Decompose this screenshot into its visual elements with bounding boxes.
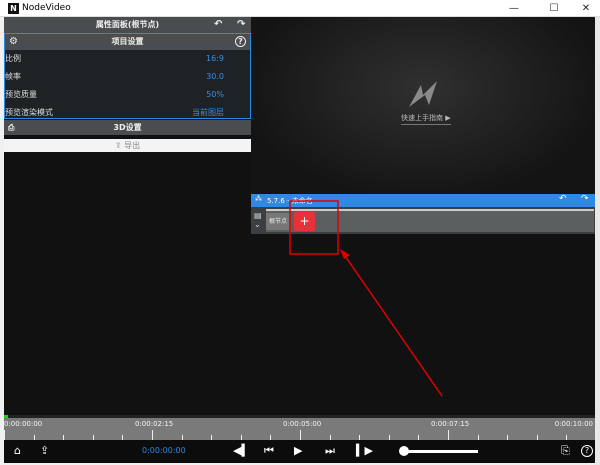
node-track: 根节点 + [266, 209, 594, 232]
tick-label: 0:00:05:00 [283, 420, 322, 428]
tick-mark [4, 430, 5, 440]
tick-mark [596, 430, 597, 440]
export-button[interactable]: ⇪ 导出 [4, 139, 251, 152]
gear-icon: ⚙ [9, 36, 18, 47]
project-version: 5.7.6 - 未命名 [267, 197, 313, 205]
playhead-marker[interactable] [4, 415, 8, 418]
background-window [595, 17, 600, 465]
tick-mark [448, 430, 449, 440]
app-title: NodeVideo [22, 3, 71, 13]
node-tree-icon: ⁂ [255, 195, 262, 203]
skip-end-icon[interactable]: ⏭ [325, 444, 335, 458]
preview-area: 快速上手指南 ▶ [251, 17, 595, 194]
maximize-button[interactable]: ☐ [540, 1, 568, 16]
tick-label: 0:00:10:00 [554, 420, 593, 428]
playback-controls: ⌂ ⇪ 0:00:00:00 ◀▍ ⏮ ▶ ⏭ ▍▶ ⎘ ? [4, 440, 595, 463]
title-bar: N NodeVideo — ☐ ✕ [0, 0, 600, 17]
project-settings-label: 项目设置 [111, 37, 144, 46]
setting-row-framerate[interactable]: 帧率 30.0 [5, 68, 250, 86]
timecode: 0:00:00:00 [142, 446, 186, 455]
upload-icon: ⇪ [114, 141, 125, 150]
setting-label: 预览质量 [5, 90, 37, 99]
properties-header: 属性面板(根节点) ↶ ↷ [4, 17, 251, 33]
tick-mark [300, 430, 301, 440]
properties-panel: 属性面板(根节点) ↶ ↷ ⚙ 项目设置 ? 比例 16:9 帧率 30.0 预览质… [4, 17, 251, 415]
volume-slider[interactable] [404, 450, 478, 453]
skip-start-icon[interactable]: ⏮ [264, 444, 274, 458]
setting-row-preview-quality[interactable]: 预览质量 50% [5, 86, 250, 104]
home-icon[interactable]: ⌂ [14, 444, 21, 458]
project-settings-group: ⚙ 项目设置 ? 比例 16:9 帧率 30.0 预览质量 50% 预览渲染模式 当前图… [4, 33, 251, 119]
setting-value: 30.0 [206, 72, 224, 81]
redo-icon[interactable]: ↷ [237, 17, 245, 33]
collapse-icon[interactable]: ▤ ⌄ [254, 211, 262, 229]
properties-title: 属性面板(根节点) [95, 20, 160, 29]
timeline-ruler[interactable]: 0:00:00:00 0:00:02:15 0:00:05:00 0:00:07… [4, 415, 597, 440]
setting-value: 16:9 [206, 54, 224, 63]
nodevideo-logo-icon [409, 81, 437, 107]
root-node[interactable]: 根节点 [266, 213, 290, 230]
setting-value: 50% [206, 90, 224, 99]
app-window: 属性面板(根节点) ↶ ↷ ⚙ 项目设置 ? 比例 16:9 帧率 30.0 预览质… [4, 17, 597, 463]
export-label: 导出 [124, 141, 141, 150]
volume-slider-handle[interactable] [399, 446, 409, 456]
node-strip: ▤ ⌄ 根节点 + [251, 207, 595, 234]
play-icon[interactable]: ▶ [294, 444, 302, 458]
3d-settings-label: 3D设置 [113, 123, 142, 132]
3d-settings-header[interactable]: ⎙ 3D设置 [4, 120, 251, 135]
help-icon[interactable]: ? [235, 36, 246, 47]
tick-mark [152, 430, 153, 440]
tick-label: 0:00:07:15 [431, 420, 470, 428]
share-icon[interactable]: ⇪ [40, 444, 49, 458]
add-node-button[interactable]: + [294, 212, 315, 231]
tick-label: 0:00:02:15 [135, 420, 174, 428]
undo-icon[interactable]: ↶ [559, 194, 567, 204]
minimize-button[interactable]: — [500, 1, 528, 16]
undo-icon[interactable]: ↶ [214, 17, 222, 33]
project-settings-header[interactable]: ⚙ 项目设置 ? [5, 34, 250, 50]
redo-icon[interactable]: ↷ [581, 194, 589, 204]
prev-frame-icon[interactable]: ◀▍ [233, 444, 250, 458]
node-panel-header: ⁂ 5.7.6 - 未命名 ↶ ↷ [251, 194, 595, 207]
tick-label: 0:00:00:00 [4, 420, 43, 428]
next-frame-icon[interactable]: ▍▶ [356, 444, 373, 458]
bookmark-icon[interactable]: ⎘ [561, 444, 570, 458]
setting-label: 比例 [5, 54, 21, 63]
setting-label: 预览渲染模式 [5, 108, 53, 117]
setting-row-ratio[interactable]: 比例 16:9 [5, 50, 250, 68]
setting-label: 帧率 [5, 72, 21, 81]
help-icon[interactable]: ? [581, 445, 593, 457]
quick-start-guide-link[interactable]: 快速上手指南 ▶ [401, 113, 451, 125]
app-logo-icon: N [8, 3, 19, 14]
printer-icon: ⎙ [8, 123, 15, 132]
close-button[interactable]: ✕ [572, 1, 600, 16]
